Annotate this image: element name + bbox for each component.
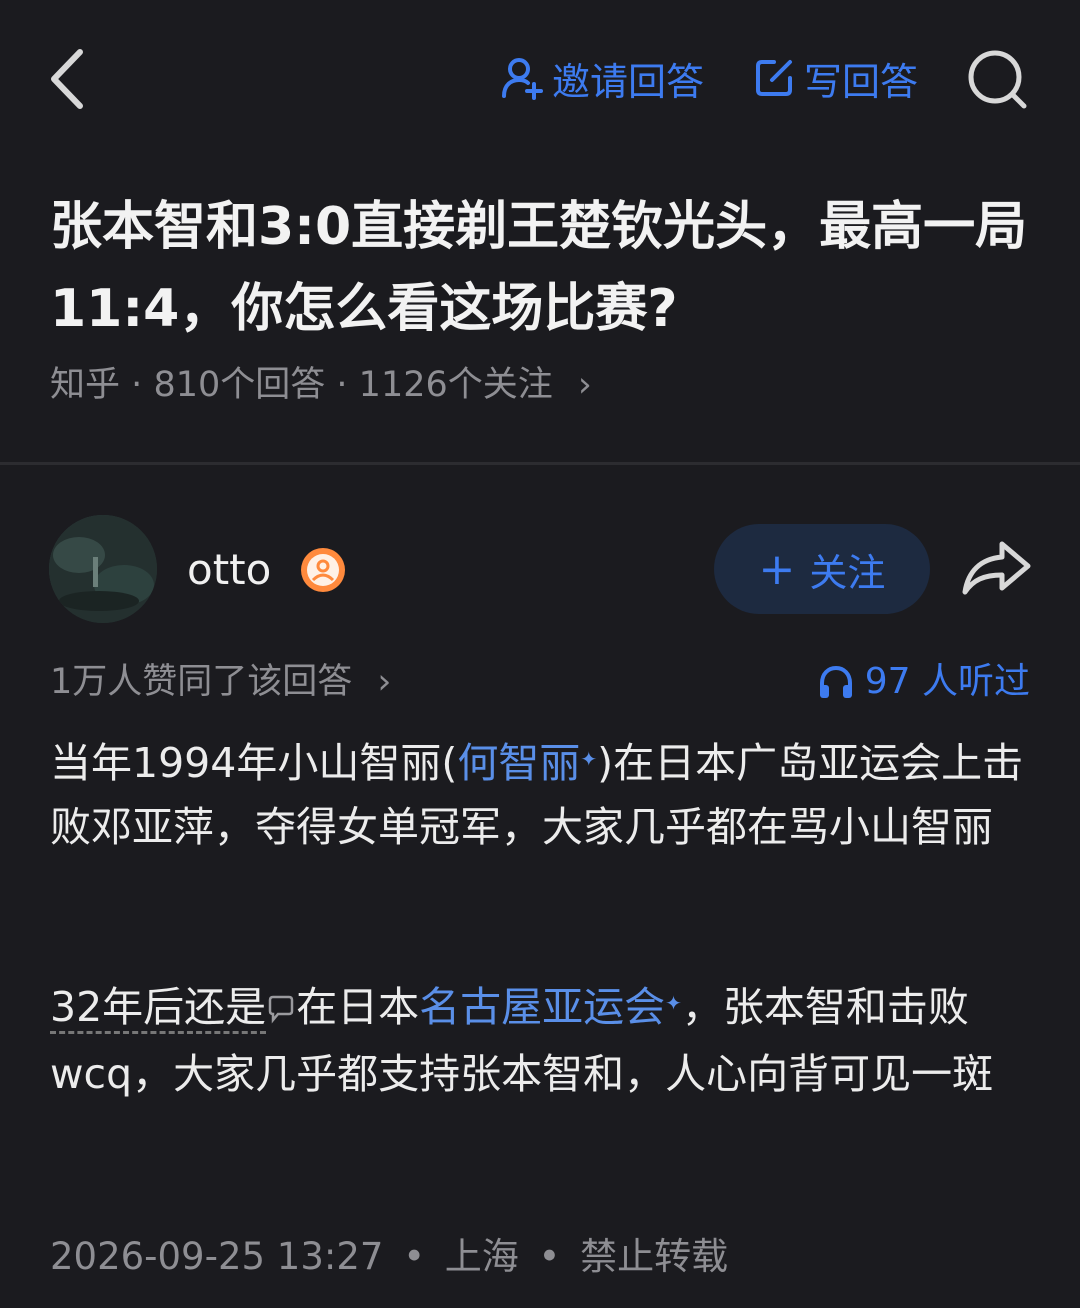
- answer-paragraph: 32年后还是 在日本名古屋亚运会✦，张本智和击败wcq，大家几乎都支持张本智和，人…: [50, 975, 1035, 1106]
- question-meta[interactable]: 知乎 · 810个回答 · 1126个关注 ›: [50, 360, 592, 410]
- ip-location: 上海: [444, 1235, 519, 1278]
- answer-footer-meta: 2026-09-25 13:27 • 上海 • 禁止转载: [50, 1230, 728, 1284]
- section-divider: [0, 462, 1080, 465]
- avatar-image: [49, 515, 157, 623]
- author-avatar[interactable]: [49, 515, 157, 623]
- annotated-text[interactable]: 32年后还是: [50, 983, 267, 1034]
- entity-link[interactable]: 何智丽: [457, 739, 580, 787]
- comment-bubble-icon[interactable]: [266, 978, 296, 1042]
- meta-separator: •: [538, 1235, 561, 1278]
- chevron-left-icon: [51, 49, 83, 109]
- listened-label: 97 人听过: [864, 661, 1030, 702]
- back-button[interactable]: [42, 44, 102, 114]
- answer-text: 当年1994年小山智丽(: [50, 739, 458, 787]
- headphones-icon: [819, 665, 852, 698]
- author-name[interactable]: otto: [187, 540, 271, 600]
- write-answer-button[interactable]: 写回答: [752, 50, 918, 106]
- write-answer-label: 写回答: [804, 59, 919, 104]
- chevron-right-icon: ›: [377, 662, 392, 702]
- top-bar: 邀请回答 写回答: [0, 0, 1080, 150]
- entity-link[interactable]: 名古屋亚运会: [419, 983, 665, 1031]
- listened-count[interactable]: 97 人听过: [817, 657, 1030, 707]
- follow-label: 关注: [809, 550, 886, 595]
- share-button[interactable]: [960, 536, 1034, 600]
- search-icon: [968, 50, 1027, 109]
- meta-separator: •: [403, 1235, 426, 1278]
- sparkle-icon: ✦: [665, 991, 682, 1015]
- invite-answer-button[interactable]: 邀请回答: [500, 50, 704, 106]
- meta-separator: ·: [131, 365, 143, 405]
- follow-button[interactable]: + 关注: [714, 524, 930, 614]
- search-button[interactable]: [962, 44, 1032, 114]
- follower-count: 1126个关注: [358, 365, 553, 405]
- invite-answer-label: 邀请回答: [552, 59, 705, 104]
- approval-label: 1万人赞同了该回答: [50, 662, 353, 702]
- plus-icon: +: [758, 543, 796, 595]
- question-source: 知乎: [50, 365, 121, 405]
- publish-date: 2026-09-25 13:27: [50, 1235, 384, 1278]
- meta-separator: ·: [336, 365, 348, 405]
- question-title[interactable]: 张本智和3:0直接剃王楚钦光头，最高一局11:4，你怎么看这场比赛?: [50, 186, 1040, 350]
- answer-count: 810个回答: [153, 365, 326, 405]
- answer-text: 在日本: [296, 983, 420, 1031]
- invite-user-icon: [502, 58, 543, 100]
- copyright-notice: 禁止转载: [580, 1235, 729, 1278]
- approval-count[interactable]: 1万人赞同了该回答 ›: [50, 657, 391, 707]
- sparkle-icon: ✦: [580, 747, 598, 771]
- chevron-right-icon: ›: [577, 365, 592, 405]
- share-icon: [962, 541, 1031, 595]
- answer-paragraph: 当年1994年小山智丽(何智丽✦)在日本广岛亚运会上击败邓亚萍，夺得女单冠军，大…: [50, 731, 1035, 859]
- verified-user-icon: [298, 545, 348, 595]
- edit-icon: [756, 60, 792, 96]
